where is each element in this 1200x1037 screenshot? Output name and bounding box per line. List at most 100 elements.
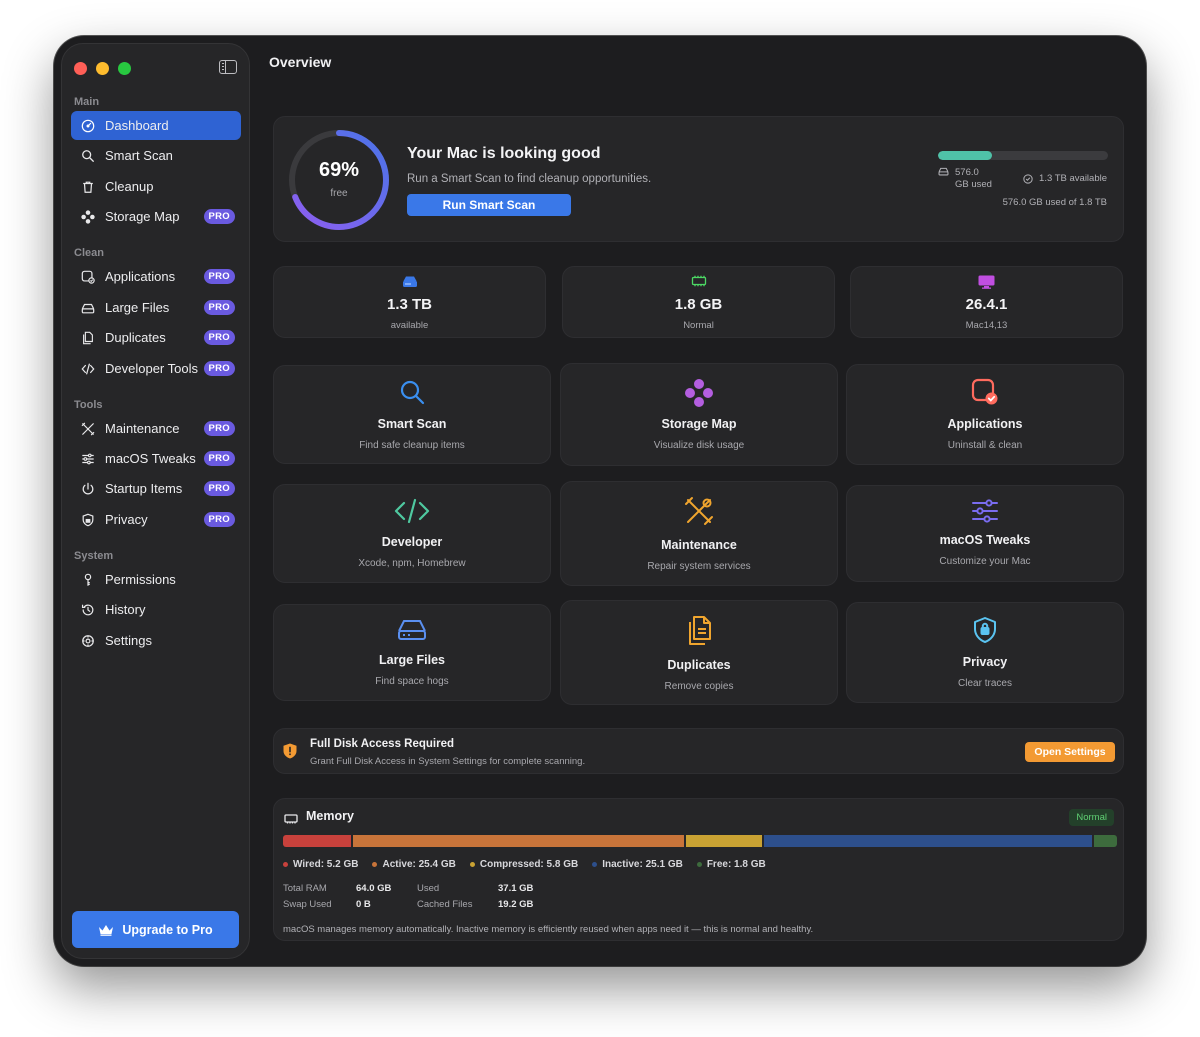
tile-desc: Find safe cleanup items xyxy=(359,440,465,451)
pro-badge: PRO xyxy=(203,209,235,224)
applications-icon xyxy=(971,378,998,405)
legend-item-active: Active: 25.4 GB xyxy=(372,859,456,870)
open-settings-button[interactable]: Open Settings xyxy=(1025,742,1115,762)
sidebar-item-maintenance[interactable]: Maintenance PRO xyxy=(71,414,241,443)
tile-title: Developer xyxy=(381,535,443,549)
tile-maintenance[interactable]: Maintenance Repair system services xyxy=(560,481,838,586)
free-label: free xyxy=(330,188,348,199)
legend-label: Free: 1.8 GB xyxy=(706,859,766,870)
tile-title: Maintenance xyxy=(661,538,737,552)
sidebar-item-history[interactable]: History xyxy=(71,595,241,624)
zoom-window-button[interactable] xyxy=(118,62,131,75)
section-label-clean: Clean xyxy=(74,247,104,259)
sidebar-item-storage-map[interactable]: Storage Map PRO xyxy=(71,202,241,231)
sidebar-item-label: Privacy xyxy=(105,512,148,527)
legend-label: Compressed: 5.8 GB xyxy=(479,859,579,870)
tools-icon xyxy=(81,422,95,435)
disk-available-text: 1.3 TB available xyxy=(1039,173,1107,184)
swap-value: 0 B xyxy=(356,899,371,910)
minimize-window-button[interactable] xyxy=(96,62,109,75)
sidebar-item-cleanup[interactable]: Cleanup xyxy=(71,172,241,201)
run-smart-scan-button[interactable]: Run Smart Scan xyxy=(407,194,571,216)
full-disk-access-alert: Full Disk Access Required Grant Full Dis… xyxy=(273,728,1124,774)
legend-item-free: Free: 1.8 GB xyxy=(696,859,766,870)
sidebar-item-label: History xyxy=(105,602,146,617)
history-icon xyxy=(81,604,94,615)
stat-value: 1.3 TB xyxy=(386,296,432,313)
tools-icon xyxy=(685,497,713,525)
tile-title: Applications xyxy=(947,417,1023,431)
sidebar-item-large-files[interactable]: Large Files PRO xyxy=(71,293,241,322)
sidebar: Main Clean Tools System Dashboard Smart … xyxy=(61,43,250,959)
shield-lock-icon xyxy=(974,617,996,643)
tile-desc: Customize your Mac xyxy=(939,556,1031,567)
memory-chip-icon xyxy=(284,814,298,824)
section-label-tools: Tools xyxy=(74,399,103,411)
crown-icon xyxy=(99,924,114,936)
tile-duplicates[interactable]: Duplicates Remove copies xyxy=(560,600,838,705)
drive-icon xyxy=(938,167,949,176)
sidebar-item-applications[interactable]: Applications PRO xyxy=(71,262,241,291)
storage-map-icon xyxy=(81,209,95,224)
warning-shield-icon xyxy=(283,743,297,759)
used-label: Used xyxy=(417,883,440,894)
sidebar-item-label: Settings xyxy=(105,633,152,648)
status-title: Your Mac is looking good xyxy=(407,145,601,162)
storage-map-icon xyxy=(685,379,713,407)
tile-smart-scan[interactable]: Smart Scan Find safe cleanup items xyxy=(273,365,551,464)
tile-macos-tweaks[interactable]: macOS Tweaks Customize your Mac xyxy=(846,485,1124,582)
tile-title: Duplicates xyxy=(667,658,731,672)
memory-segment-inactive xyxy=(763,835,1092,847)
tile-desc: Uninstall & clean xyxy=(947,440,1023,451)
tile-title: Privacy xyxy=(962,655,1008,669)
stat-label: Mac14,13 xyxy=(965,320,1008,331)
memory-segment-free xyxy=(1093,835,1117,847)
disk-usage-fill xyxy=(938,151,993,160)
sidebar-item-privacy[interactable]: Privacy PRO xyxy=(71,505,241,534)
sidebar-item-duplicates[interactable]: Duplicates PRO xyxy=(71,323,241,352)
dashboard-icon xyxy=(81,119,95,132)
check-circle-icon xyxy=(1023,173,1033,184)
section-label-system: System xyxy=(74,550,114,562)
sidebar-item-label: Duplicates xyxy=(105,330,166,345)
sidebar-item-startup-items[interactable]: Startup Items PRO xyxy=(71,474,241,503)
tile-desc: Xcode, npm, Homebrew xyxy=(358,558,466,569)
tile-applications[interactable]: Applications Uninstall & clean xyxy=(846,364,1124,465)
pro-badge: PRO xyxy=(203,300,235,315)
tile-title: Storage Map xyxy=(661,417,737,431)
sidebar-item-label: Cleanup xyxy=(105,179,154,194)
legend-label: Active: 25.4 GB xyxy=(382,859,456,870)
upgrade-to-pro-button[interactable]: Upgrade to Pro xyxy=(72,911,239,948)
sidebar-item-dashboard[interactable]: Dashboard xyxy=(71,111,241,140)
duplicates-icon xyxy=(83,331,93,344)
disk-summary: 576.0 GB used of 1.8 TB xyxy=(1002,197,1107,208)
sidebar-item-smart-scan[interactable]: Smart Scan xyxy=(71,141,241,170)
sidebar-item-macos-tweaks[interactable]: macOS Tweaks PRO xyxy=(71,444,241,473)
cached-value: 19.2 GB xyxy=(498,899,534,910)
close-window-button[interactable] xyxy=(74,62,87,75)
applications-icon xyxy=(81,270,95,284)
tile-storage-map[interactable]: Storage Map Visualize disk usage xyxy=(560,363,838,466)
sidebar-item-label: Applications xyxy=(105,269,176,284)
drive-icon xyxy=(81,303,95,313)
display-icon xyxy=(978,275,995,289)
sidebar-item-permissions[interactable]: Permissions xyxy=(71,565,241,594)
pro-badge: PRO xyxy=(203,451,235,466)
sidebar-item-settings[interactable]: Settings xyxy=(71,626,241,655)
pro-badge: PRO xyxy=(203,421,235,436)
sidebar-item-label: Startup Items xyxy=(105,481,183,496)
tile-developer[interactable]: Developer Xcode, npm, Homebrew xyxy=(273,484,551,583)
key-icon xyxy=(84,573,92,586)
sidebar-item-label: Dashboard xyxy=(105,118,169,133)
sidebar-toggle-icon[interactable] xyxy=(219,60,237,74)
stat-card-memory: 1.8 GB Normal xyxy=(562,266,835,338)
tile-large-files[interactable]: Large Files Find space hogs xyxy=(273,604,551,701)
cached-label: Cached Files xyxy=(417,899,473,910)
stat-label: Normal xyxy=(683,320,714,331)
sidebar-item-developer-tools[interactable]: Developer Tools PRO xyxy=(71,354,241,383)
tile-desc: Repair system services xyxy=(647,561,751,572)
drive-icon xyxy=(398,620,426,640)
legend-item-compressed: Compressed: 5.8 GB xyxy=(469,859,579,870)
tile-privacy[interactable]: Privacy Clear traces xyxy=(846,602,1124,703)
sliders-icon xyxy=(82,453,94,464)
